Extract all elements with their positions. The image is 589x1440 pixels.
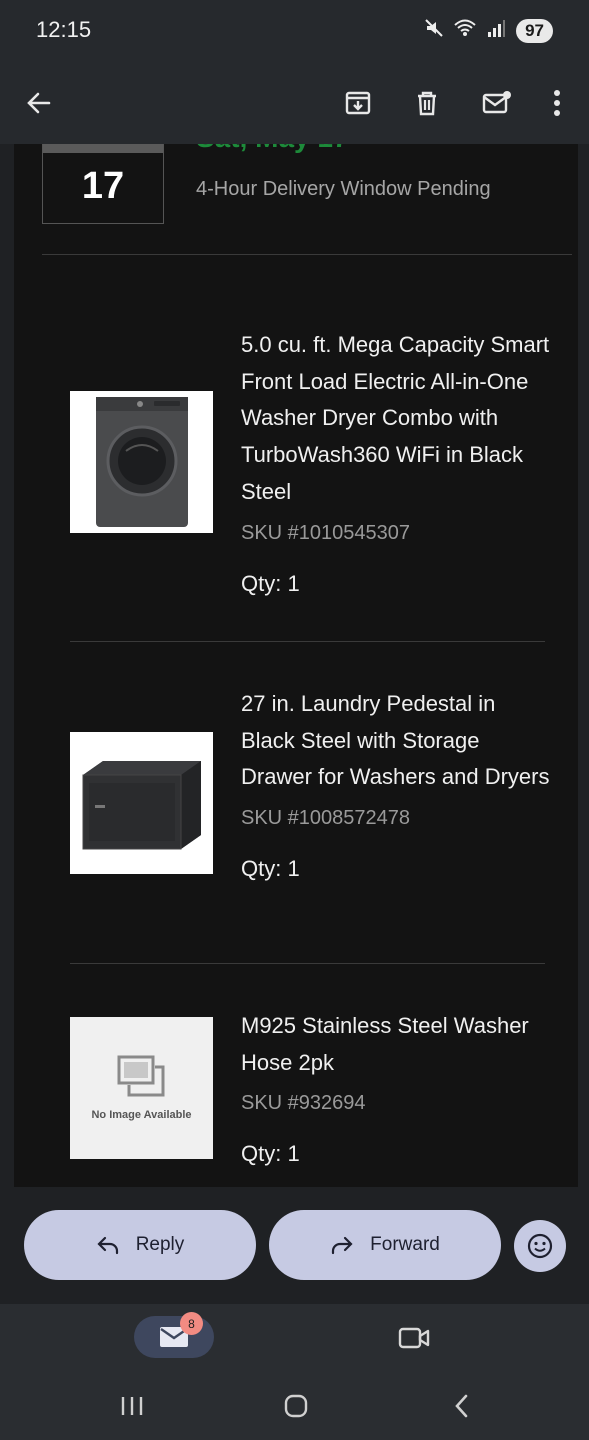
item-sku: SKU #932694 — [241, 1092, 366, 1115]
no-image-placeholder[interactable]: No Image Available — [70, 1017, 213, 1159]
status-bar: 12:15 97 — [0, 0, 589, 62]
mark-unread-icon[interactable] — [472, 78, 522, 128]
app-bar — [0, 62, 589, 144]
reply-label: Reply — [135, 1234, 185, 1255]
battery-indicator: 97 — [516, 18, 553, 43]
bottom-navigation: 8 — [0, 1304, 589, 1370]
delivery-window-text: 4-Hour Delivery Window Pending — [196, 178, 491, 200]
item-info: M925 Stainless Steel Washer Hose 2pk SKU… — [241, 1008, 551, 1167]
status-icons: 97 — [424, 18, 553, 43]
back-arrow-icon[interactable] — [14, 78, 64, 128]
forward-button[interactable]: Forward — [269, 1210, 501, 1280]
divider — [70, 963, 545, 964]
calendar-date-box: 17 — [42, 144, 164, 224]
item-title[interactable]: 27 in. Laundry Pedestal in Black Steel w… — [241, 686, 551, 796]
calendar-day: 17 — [81, 165, 125, 207]
email-body: Sat, May 17 17 4-Hour Delivery Window Pe… — [14, 144, 578, 1187]
image-placeholder-icon — [117, 1055, 164, 1097]
reply-icon — [97, 1236, 118, 1255]
forward-label: Forward — [370, 1234, 440, 1255]
video-icon — [398, 1327, 430, 1349]
signal-icon — [486, 18, 506, 43]
no-image-text: No Image Available — [91, 1109, 192, 1121]
more-vert-icon[interactable] — [532, 78, 582, 128]
item-qty: Qty: 1 — [241, 1141, 300, 1167]
archive-icon[interactable] — [333, 78, 383, 128]
emoji-reaction-button[interactable] — [514, 1220, 566, 1272]
item-sku: SKU #1010545307 — [241, 521, 411, 544]
emoji-reaction-icon — [527, 1233, 553, 1259]
no-image-box: No Image Available — [70, 1017, 213, 1159]
calendar-cap — [43, 144, 163, 153]
mute-icon — [424, 18, 444, 43]
delete-icon[interactable] — [402, 78, 452, 128]
item-info: 5.0 cu. ft. Mega Capacity Smart Front Lo… — [241, 327, 551, 597]
reply-button[interactable]: Reply — [24, 1210, 256, 1280]
item-info: 27 in. Laundry Pedestal in Black Steel w… — [241, 686, 551, 882]
washer-dryer-image[interactable] — [70, 391, 213, 533]
status-time: 12:15 — [36, 17, 92, 42]
item-qty: Qty: 1 — [241, 570, 300, 596]
unread-count-badge: 8 — [180, 1312, 203, 1335]
item-sku: SKU #1008572478 — [241, 807, 411, 830]
wifi-icon — [454, 18, 476, 43]
recents-icon[interactable] — [112, 1388, 152, 1424]
system-navigation-bar — [0, 1370, 589, 1440]
back-icon[interactable] — [442, 1388, 482, 1424]
reply-action-bar: Reply Forward — [0, 1187, 589, 1304]
item-title[interactable]: M925 Stainless Steel Washer Hose 2pk — [241, 1008, 551, 1081]
pedestal-image[interactable] — [70, 732, 213, 874]
delivery-date-heading: Sat, May 17 — [196, 144, 349, 154]
divider — [70, 641, 545, 642]
item-title[interactable]: 5.0 cu. ft. Mega Capacity Smart Front Lo… — [241, 327, 551, 511]
item-qty: Qty: 1 — [241, 856, 300, 882]
divider — [42, 254, 572, 255]
forward-icon — [332, 1236, 353, 1255]
home-icon[interactable] — [276, 1388, 316, 1424]
tab-meet[interactable] — [394, 1320, 434, 1356]
